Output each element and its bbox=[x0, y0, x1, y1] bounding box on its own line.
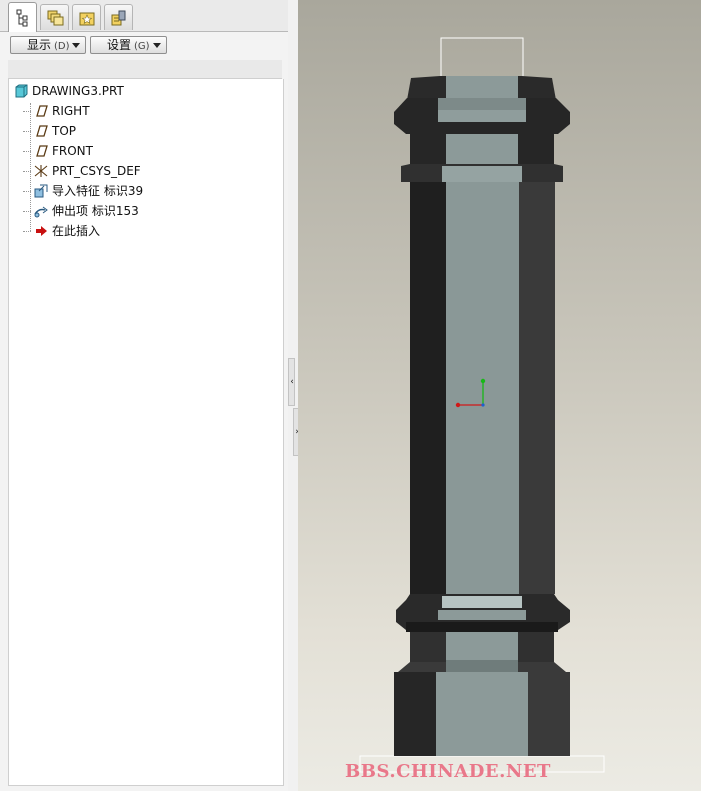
coordinate-system-icon bbox=[34, 165, 48, 177]
show-menu-shortcut: (D) bbox=[54, 41, 70, 52]
graphics-window[interactable]: BBS.CHINADE.NET bbox=[298, 0, 701, 791]
show-menu-chevron-down-icon bbox=[72, 43, 80, 48]
tab-model-tree[interactable] bbox=[8, 2, 37, 32]
base-block-right bbox=[528, 672, 570, 756]
tree-branch bbox=[23, 151, 31, 152]
favorites-icon bbox=[79, 12, 94, 25]
show-menu-label: 显示 bbox=[27, 38, 52, 52]
insert-here-arrow-icon bbox=[36, 226, 47, 236]
tree-branch bbox=[23, 171, 31, 172]
shaft-right bbox=[519, 182, 555, 594]
tree-item-label: 伸出项 标识153 bbox=[52, 204, 139, 218]
lower-flange-face bbox=[438, 610, 526, 620]
chevron-left-icon: ‹ bbox=[290, 377, 294, 387]
base-block-face bbox=[436, 672, 528, 756]
neck-upper-face bbox=[446, 134, 518, 164]
tree-branch bbox=[23, 191, 31, 192]
settings-menu-chevron-down-icon bbox=[153, 43, 161, 48]
collapse-left-button[interactable]: ‹ bbox=[288, 358, 295, 406]
tree-item-label: FRONT bbox=[52, 144, 93, 158]
navigator-tab-bar bbox=[0, 0, 288, 32]
upper-band-face bbox=[442, 166, 522, 182]
datum-plane-icon bbox=[36, 145, 48, 157]
folder-browser-icon bbox=[47, 10, 63, 25]
shaft-left bbox=[410, 182, 447, 594]
panel-splitter[interactable]: ‹ › bbox=[288, 0, 300, 791]
show-menu-button[interactable]: 显示 (D) bbox=[10, 36, 86, 54]
top-cap-outline bbox=[440, 37, 524, 79]
connections-icon bbox=[111, 10, 125, 25]
model-tree-icon bbox=[16, 9, 27, 26]
tree-branch bbox=[23, 131, 31, 132]
tree-branch bbox=[23, 231, 31, 232]
tab-connections[interactable] bbox=[104, 4, 133, 30]
protrusion-icon bbox=[34, 206, 48, 218]
lower-flange-highlight bbox=[442, 596, 522, 608]
tab-folder-browser[interactable] bbox=[40, 4, 69, 30]
datum-plane-icon bbox=[36, 105, 48, 117]
model-tree: DRAWING3.PRT RIGHT TOP FRONT PRT_CSYS_DE… bbox=[8, 79, 284, 786]
tree-item-label: PRT_CSYS_DEF bbox=[52, 164, 141, 178]
tree-item-label: TOP bbox=[52, 124, 77, 138]
column-model bbox=[359, 37, 605, 773]
tab-favorites[interactable] bbox=[72, 4, 101, 30]
tree-branch bbox=[23, 111, 31, 112]
base-bevel-face bbox=[446, 660, 518, 672]
tree-branch bbox=[23, 211, 31, 212]
tree-item-label: RIGHT bbox=[52, 104, 90, 118]
settings-menu-label: 设置 bbox=[107, 38, 132, 52]
settings-menu-shortcut: (G) bbox=[134, 41, 150, 52]
datum-plane-icon bbox=[36, 125, 48, 137]
part-icon bbox=[15, 84, 28, 98]
tree-root-label: DRAWING3.PRT bbox=[32, 84, 124, 98]
navigator-panel: 显示 (D) 设置 (G) DRAWING3.PRT RIGHT TOP FRO… bbox=[0, 0, 289, 791]
top-ring-face bbox=[446, 76, 518, 98]
top-flange-face bbox=[438, 98, 526, 110]
settings-menu-button[interactable]: 设置 (G) bbox=[90, 36, 167, 54]
neck-lower-face bbox=[446, 632, 518, 662]
tree-item-label: 导入特征 标识39 bbox=[52, 184, 144, 198]
import-feature-icon bbox=[34, 184, 48, 198]
top-flange-face-lower bbox=[438, 110, 526, 122]
lower-flange-shadow bbox=[406, 622, 558, 632]
tree-item-label: 在此插入 bbox=[52, 224, 101, 238]
tree-filter-strip bbox=[8, 60, 282, 79]
watermark-text: BBS.CHINADE.NET bbox=[345, 761, 551, 782]
